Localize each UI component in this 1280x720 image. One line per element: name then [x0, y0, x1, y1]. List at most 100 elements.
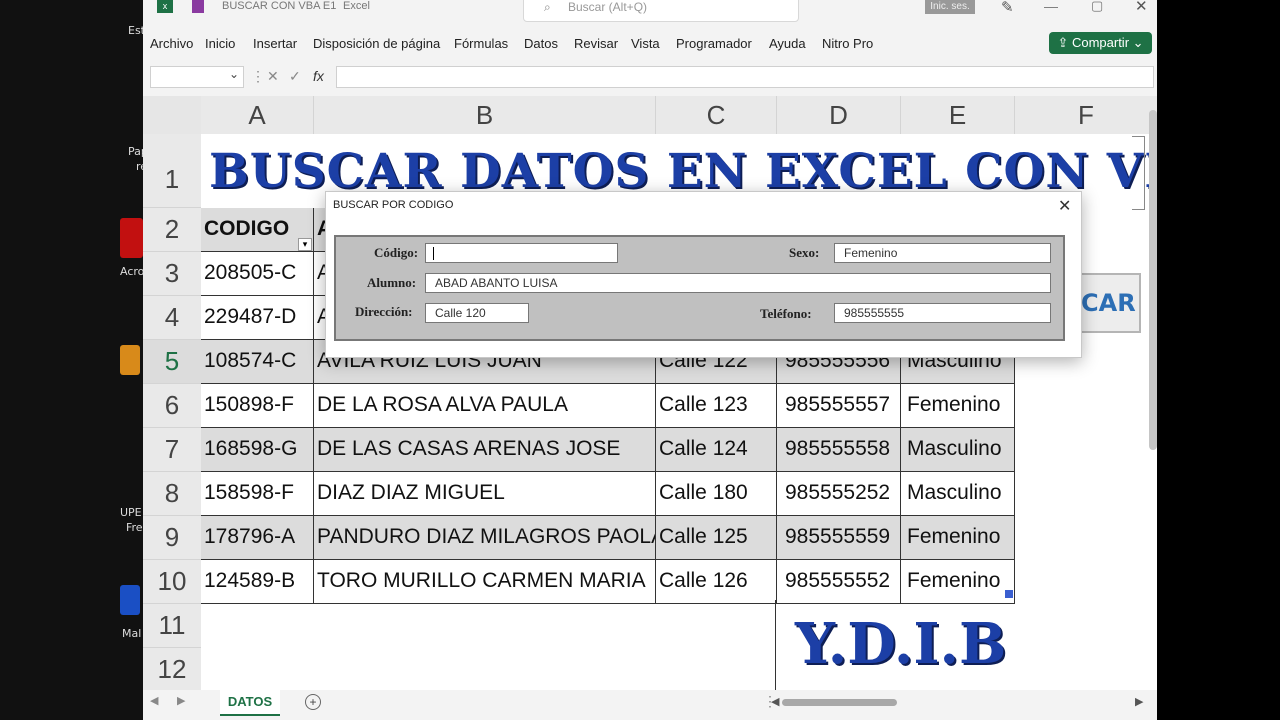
cell-sexo[interactable]: Masculino	[901, 472, 1015, 516]
buscar-button[interactable]: CAR	[1079, 273, 1141, 333]
col-header-e[interactable]: E	[901, 96, 1015, 134]
name-box[interactable]: ⌄	[150, 66, 244, 88]
sexo-input[interactable]: Femenino	[834, 243, 1051, 263]
cell-codigo[interactable]: 108574-C	[201, 340, 314, 384]
row-header[interactable]: 11	[143, 604, 201, 648]
cell-alumno[interactable]: DE LA ROSA ALVA PAULA	[314, 384, 656, 428]
col-header-a[interactable]: A	[201, 96, 314, 134]
row-header[interactable]: 7	[143, 428, 201, 472]
col-header-d[interactable]: D	[777, 96, 901, 134]
telefono-label: Teléfono:	[760, 306, 812, 321]
cell-border	[775, 600, 776, 690]
tab-archivo[interactable]: Archivo	[150, 36, 193, 51]
cell-telefono[interactable]: 985555552	[777, 560, 901, 604]
close-icon[interactable]: ✕	[1135, 0, 1148, 15]
minimize-icon[interactable]: —	[1044, 0, 1058, 14]
col-header-c[interactable]: C	[656, 96, 777, 134]
enter-icon[interactable]: ✓	[289, 68, 301, 85]
cell-alumno[interactable]: DIAZ DIAZ MIGUEL	[314, 472, 656, 516]
horizontal-scrollbar[interactable]	[782, 699, 897, 706]
row-header[interactable]: 9	[143, 516, 201, 560]
direccion-label: Dirección:	[355, 304, 413, 319]
pen-icon[interactable]: ✎	[1001, 0, 1014, 16]
select-all-corner[interactable]	[143, 96, 201, 134]
chevron-down-icon[interactable]: ⌄	[229, 67, 239, 81]
add-sheet-icon[interactable]: +	[305, 694, 321, 710]
cell-sexo[interactable]: Femenino	[901, 560, 1015, 604]
cell-codigo[interactable]: 158598-F	[201, 472, 314, 516]
row-header[interactable]: 4	[143, 296, 201, 340]
tab-programador[interactable]: Programador	[676, 36, 752, 51]
direccion-input[interactable]: Calle 120	[425, 303, 529, 323]
filter-dropdown-icon[interactable]: ▾	[298, 238, 312, 251]
scroll-left-icon[interactable]: ◀	[771, 695, 779, 708]
search-box[interactable]: ⌕ Buscar (Alt+Q)	[523, 0, 799, 22]
cell-direccion[interactable]: Calle 180	[656, 472, 777, 516]
desktop-background-right	[1157, 0, 1280, 720]
tab-inicio[interactable]: Inicio	[205, 36, 235, 51]
signin-button[interactable]: Inic. ses.	[925, 0, 975, 14]
table-resize-handle[interactable]	[1005, 590, 1013, 598]
cell-alumno[interactable]: PANDURO DIAZ MILAGROS PAOLA	[314, 516, 656, 560]
cell-direccion[interactable]: Calle 124	[656, 428, 777, 472]
cell-direccion[interactable]: Calle 126	[656, 560, 777, 604]
cell-codigo[interactable]: 208505-C	[201, 252, 314, 296]
maximize-icon[interactable]: ▢	[1091, 0, 1103, 14]
row-header[interactable]: 12	[143, 648, 201, 690]
cell-sexo[interactable]: Femenino	[901, 516, 1015, 560]
title-bar: x BUSCAR CON VBA E1 Excel ⌕ Buscar (Alt+…	[143, 0, 1157, 30]
codigo-input[interactable]	[425, 243, 618, 263]
cell-codigo[interactable]: 124589-B	[201, 560, 314, 604]
cell-codigo[interactable]: 229487-D	[201, 296, 314, 340]
save-icon[interactable]	[192, 0, 204, 13]
row-header[interactable]: 10	[143, 560, 201, 604]
alumno-input[interactable]: ABAD ABANTO LUISA	[425, 273, 1051, 293]
folder-icon[interactable]	[120, 345, 140, 375]
tab-datos[interactable]: Datos	[524, 36, 558, 51]
cell-codigo[interactable]: 150898-F	[201, 384, 314, 428]
prev-sheet-icon[interactable]: ◀	[150, 694, 158, 707]
cell-telefono[interactable]: 985555557	[777, 384, 901, 428]
row-header[interactable]: 5	[143, 340, 201, 384]
cell-telefono[interactable]: 985555559	[777, 516, 901, 560]
cell-codigo[interactable]: 168598-G	[201, 428, 314, 472]
row-header[interactable]: 1	[143, 134, 201, 208]
fx-icon[interactable]: fx	[313, 68, 324, 84]
close-icon[interactable]: ✕	[1058, 196, 1071, 216]
tab-disposicion[interactable]: Disposición de página	[313, 36, 440, 51]
telefono-input[interactable]: 985555555	[834, 303, 1051, 323]
scroll-right-icon[interactable]: ▶	[1135, 695, 1143, 708]
sheet-tab-datos[interactable]: DATOS	[220, 690, 280, 716]
tab-revisar[interactable]: Revisar	[574, 36, 618, 51]
cell-sexo[interactable]: Femenino	[901, 384, 1015, 428]
tab-ayuda[interactable]: Ayuda	[769, 36, 806, 51]
tab-nitro-pro[interactable]: Nitro Pro	[822, 36, 873, 51]
cell-border	[1132, 136, 1145, 210]
col-header-b[interactable]: B	[314, 96, 656, 134]
cell-codigo[interactable]: 178796-A	[201, 516, 314, 560]
col-header-f[interactable]: F	[1015, 96, 1157, 134]
acrobat-icon[interactable]	[120, 218, 143, 258]
signature-text: Y.D.I.B	[795, 611, 1007, 677]
formula-input[interactable]	[336, 66, 1154, 88]
row-header[interactable]: 6	[143, 384, 201, 428]
cell-telefono[interactable]: 985555558	[777, 428, 901, 472]
cell-direccion[interactable]: Calle 125	[656, 516, 777, 560]
cell-alumno[interactable]: TORO MURILLO CARMEN MARIA	[314, 560, 656, 604]
cell-alumno[interactable]: DE LAS CASAS ARENAS JOSE	[314, 428, 656, 472]
cancel-icon[interactable]: ✕	[267, 68, 279, 85]
row-header[interactable]: 3	[143, 252, 201, 296]
share-button[interactable]: ⇪ Compartir ⌄	[1049, 32, 1152, 54]
tab-formulas[interactable]: Fórmulas	[454, 36, 508, 51]
row-header[interactable]: 2	[143, 208, 201, 252]
cell-telefono[interactable]: 985555252	[777, 472, 901, 516]
cell-direccion[interactable]: Calle 123	[656, 384, 777, 428]
next-sheet-icon[interactable]: ▶	[177, 694, 185, 707]
tab-insertar[interactable]: Insertar	[253, 36, 297, 51]
row-header[interactable]: 8	[143, 472, 201, 516]
tab-vista[interactable]: Vista	[631, 36, 660, 51]
cell-sexo[interactable]: Masculino	[901, 428, 1015, 472]
vertical-scrollbar[interactable]	[1149, 110, 1157, 450]
status-bar: ◀ ▶ DATOS + ⋮ ◀ ▶	[143, 690, 1157, 720]
app-shortcut-icon[interactable]	[120, 585, 140, 615]
